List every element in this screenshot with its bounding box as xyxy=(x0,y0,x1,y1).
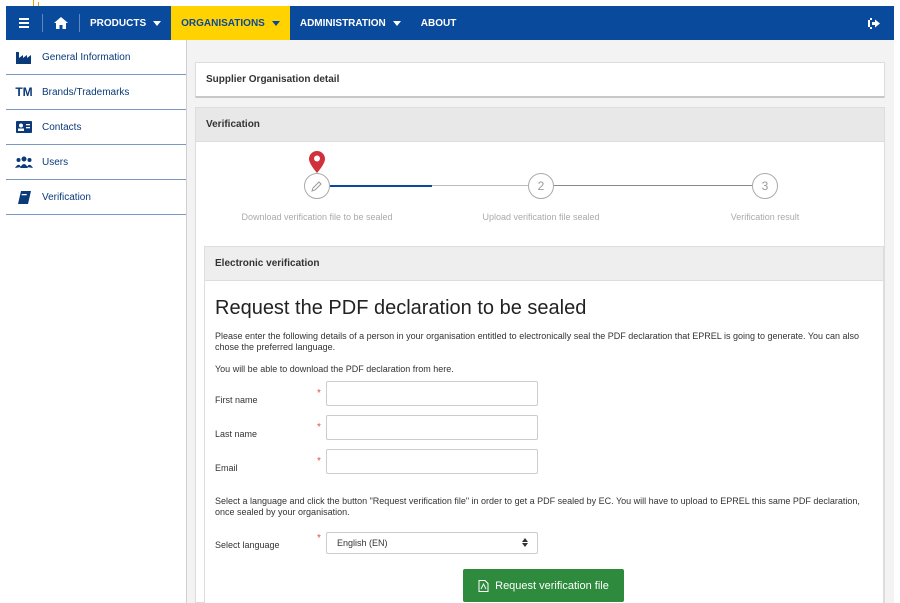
select-language-label: Select language xyxy=(215,540,280,550)
sidebar-item-users[interactable]: Users xyxy=(6,145,186,180)
email-label: Email xyxy=(215,463,238,473)
step-2-number: 2 xyxy=(537,179,545,193)
ev-intro-text: Please enter the following details of a … xyxy=(215,331,860,352)
step-line-active xyxy=(330,185,432,187)
step-3-circle: 3 xyxy=(752,173,778,199)
required-marker: * xyxy=(317,456,321,467)
nav-about-label: ABOUT xyxy=(420,17,457,29)
nav-organisations-label: ORGANISATIONS xyxy=(181,17,265,29)
sidebar-item-contacts[interactable]: Contacts xyxy=(6,110,186,145)
caret-down-icon xyxy=(271,20,280,26)
ev-panel-header: Electronic verification xyxy=(205,247,883,281)
verification-panel: Verification 2 3 Download verification f… xyxy=(195,107,885,603)
required-marker: * xyxy=(317,533,321,544)
supplier-panel-header: Supplier Organisation detail xyxy=(195,62,885,98)
step-3-number: 3 xyxy=(761,179,769,193)
step-2-label: Upload verification file sealed xyxy=(482,212,600,222)
request-verification-file-button[interactable]: Request verification file xyxy=(463,569,624,602)
sidebar-item-label: General Information xyxy=(42,51,131,63)
hamburger-icon xyxy=(19,18,29,28)
email-input[interactable] xyxy=(326,449,538,474)
map-pin-icon xyxy=(309,151,325,173)
sidebar-item-general-information[interactable]: General Information xyxy=(6,40,186,75)
first-name-label: First name xyxy=(215,395,258,405)
supplier-panel-title: Supplier Organisation detail xyxy=(206,74,340,85)
step-3-label: Verification result xyxy=(730,212,800,222)
first-name-input[interactable] xyxy=(326,381,538,406)
logout-icon xyxy=(868,17,880,29)
select-arrows-icon xyxy=(522,538,528,547)
trademark-icon: TM xyxy=(15,85,33,99)
sidebar-item-brands-trademarks[interactable]: TM Brands/Trademarks xyxy=(6,75,186,110)
nav-about[interactable]: ABOUT xyxy=(411,6,467,40)
home-button[interactable] xyxy=(43,6,79,40)
menu-toggle-button[interactable] xyxy=(6,6,42,40)
nav-administration[interactable]: ADMINISTRATION xyxy=(290,6,411,40)
pdf-file-icon xyxy=(478,579,489,592)
users-icon xyxy=(6,156,42,168)
required-marker: * xyxy=(317,388,321,399)
main-content: Supplier Organisation detail Verificatio… xyxy=(187,40,894,603)
sidebar-item-label: Contacts xyxy=(42,121,82,133)
factory-icon xyxy=(6,51,42,64)
step-1-label: Download verification file to be sealed xyxy=(241,212,393,222)
last-name-label: Last name xyxy=(215,429,258,439)
logout-button[interactable] xyxy=(854,6,894,40)
verification-panel-title: Verification xyxy=(206,119,260,130)
ev-language-note: Select a language and click the button "… xyxy=(215,496,860,517)
sidebar: General Information TM Brands/Trademarks… xyxy=(6,40,187,603)
nav-administration-label: ADMINISTRATION xyxy=(299,17,386,29)
pencil-icon xyxy=(311,181,322,192)
nav-organisations[interactable]: ORGANISATIONS xyxy=(171,6,290,40)
language-select[interactable]: English (EN) xyxy=(326,532,538,554)
request-button-label: Request verification file xyxy=(495,579,609,592)
required-marker: * xyxy=(317,422,321,433)
top-navbar: PRODUCTS ORGANISATIONS ADMINISTRATION AB… xyxy=(6,6,894,40)
language-select-value: English (EN) xyxy=(337,538,388,548)
contact-card-icon xyxy=(6,121,42,133)
verification-stepper: 2 3 Download verification file to be sea… xyxy=(196,142,886,232)
electronic-verification-panel: Electronic verification Request the PDF … xyxy=(204,246,884,603)
verification-panel-header: Verification xyxy=(196,108,884,142)
step-2-circle: 2 xyxy=(528,173,554,199)
nav-products[interactable]: PRODUCTS xyxy=(80,6,171,40)
ev-heading: Request the PDF declaration to be sealed xyxy=(215,297,587,319)
ev-download-note: You will be able to download the PDF dec… xyxy=(215,364,454,374)
sidebar-item-label: Verification xyxy=(42,191,91,203)
sidebar-item-verification[interactable]: Verification xyxy=(6,180,186,215)
step-line xyxy=(432,185,528,186)
step-line xyxy=(554,185,752,186)
sidebar-item-label: Users xyxy=(42,156,69,168)
sidebar-item-label: Brands/Trademarks xyxy=(42,86,130,98)
caret-down-icon xyxy=(392,20,401,26)
step-1-circle xyxy=(304,173,330,199)
last-name-input[interactable] xyxy=(326,415,538,440)
ev-panel-title: Electronic verification xyxy=(215,258,320,269)
book-icon xyxy=(6,190,42,204)
nav-products-label: PRODUCTS xyxy=(90,17,147,29)
caret-down-icon xyxy=(153,20,162,26)
home-icon xyxy=(54,17,68,29)
